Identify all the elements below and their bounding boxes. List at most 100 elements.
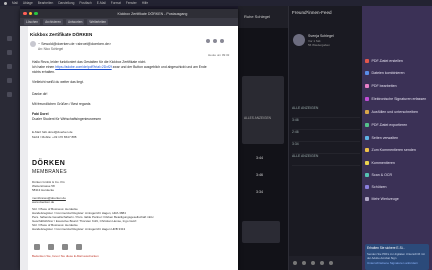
feed-user-meta-2: 56 Wiedergaben [308, 43, 331, 47]
instagram-icon[interactable] [62, 244, 68, 250]
show-all-label[interactable]: ALLES ANZEIGEN [244, 116, 271, 120]
youtube-icon[interactable] [76, 244, 82, 250]
email-recipient[interactable]: An: Nico Schlegel [38, 47, 63, 51]
volume-icon[interactable] [329, 261, 333, 265]
tool-label: PDF-Datei erstellen [371, 59, 403, 63]
signature-email[interactable]: E-Mail: fabi.dorel@doerken.de [32, 130, 73, 134]
menu-item-hilfe[interactable]: Hilfe [142, 1, 148, 5]
email-text: Danke dir! [32, 92, 48, 96]
shuffle-icon[interactable] [293, 261, 297, 265]
social-links [34, 244, 82, 250]
music-header-title: Ruhe Schlegel [244, 14, 271, 19]
create-pdf-icon [365, 59, 369, 63]
tool-create-pdf[interactable]: PDF-Datei erstellen [365, 56, 429, 66]
tool-label: Dateien kombinieren [371, 71, 405, 75]
promo-link[interactable]: Unterschriebene Signaturen anfordern [367, 261, 427, 265]
next-icon[interactable] [320, 261, 324, 265]
tool-label: PDF bearbeiten [371, 84, 397, 88]
tool-scan-ocr[interactable]: Scan & OCR [365, 170, 429, 180]
previous-icon[interactable] [302, 261, 306, 265]
video-thumbnail[interactable] [242, 76, 284, 144]
menu-item-bearbeiten[interactable]: Bearbeiten [38, 1, 53, 5]
reply-all-icon[interactable] [213, 39, 217, 43]
list-item[interactable]: 2:46 [292, 130, 360, 142]
forward-button[interactable]: Weiterleiten [87, 19, 109, 25]
reply-button[interactable]: Antworten [66, 19, 85, 25]
menu-item-postfach[interactable]: Postfach [79, 1, 91, 5]
email-text-suffix: zwar und der Button ausgeblich und abges… [112, 65, 207, 69]
list-item[interactable]: ALLE ANZEIGEN [292, 106, 360, 118]
close-icon[interactable] [23, 11, 27, 16]
maximize-icon[interactable] [34, 11, 38, 16]
legal-line: Handelsregister / Commercial Register: A… [32, 227, 126, 231]
dock-icon[interactable] [7, 50, 12, 55]
fill-sign-icon [365, 110, 369, 114]
mail-toolbar: Löschen Archivieren Antworten Weiterleit… [20, 18, 238, 26]
linkedin-icon[interactable] [48, 244, 54, 250]
feed-list: ALLE ANZEIGEN 3:46 2:46 3:34 ALLE ANZEIG… [292, 106, 360, 166]
email-sidebar [20, 26, 28, 270]
email-window: Kickbox Zertifikate DÖRKEN - Postausgang… [20, 9, 238, 270]
archive-button[interactable]: Archivieren [43, 19, 64, 25]
send-comments-icon [365, 148, 369, 152]
tools-panel: PDF-Datei erstellen Dateien kombinieren … [362, 6, 432, 270]
track-time: 3:34 [256, 190, 263, 194]
play-icon[interactable] [311, 261, 315, 265]
more-tools-icon [365, 197, 369, 201]
menu-item-fenster[interactable]: Fenster [126, 1, 137, 5]
menu-item-ablage[interactable]: Ablage [23, 1, 33, 5]
tool-organize-pages[interactable]: Seiten verwalten [365, 133, 429, 143]
email-sender[interactable]: ~ Sewold@doerken.de <sbroel@doerken.de> [38, 42, 111, 46]
tool-send-comments[interactable]: Zum Kommentieren senden [365, 145, 429, 155]
album-thumbnail[interactable] [242, 221, 280, 243]
email-subject: Kickbox Zertifikate DÖRKEN [30, 32, 93, 37]
dock-icon[interactable] [7, 36, 12, 41]
delete-button[interactable]: Löschen [24, 19, 41, 25]
window-titlebar: Kickbox Zertifikate DÖRKEN - Postausgang [20, 9, 238, 18]
dock-icon[interactable] [7, 78, 12, 83]
dock-icon[interactable] [7, 92, 12, 97]
email-date: Heute um 09:32 [208, 53, 230, 57]
tool-edit-pdf[interactable]: PDF bearbeiten [365, 81, 429, 91]
menu-item-email[interactable]: E-Mail [97, 1, 106, 5]
menu-item-format[interactable]: Format [111, 1, 121, 5]
email-text: Ich habe einen https://adobe.com/de/pdf?… [32, 65, 207, 69]
facebook-icon[interactable] [34, 244, 40, 250]
tool-label: Ausfüllen und unterschreiben [371, 110, 419, 114]
signature-name: Fabi Dorel [32, 112, 49, 116]
reply-icon[interactable] [206, 39, 210, 43]
list-item[interactable]: 3:46 [292, 118, 360, 130]
minimize-icon[interactable] [28, 11, 32, 16]
menu-item-mail[interactable]: Mail [12, 1, 18, 5]
dock-icon[interactable] [7, 64, 12, 69]
message-actions [206, 39, 224, 43]
menu-item-darstellung[interactable]: Darstellung [58, 1, 74, 5]
apple-icon[interactable] [4, 1, 7, 5]
export-pdf-icon [365, 123, 369, 127]
esign-promo-card: Erhalten Sie sichere E-Si... Senden Sie … [365, 244, 429, 270]
comment-icon [365, 161, 369, 165]
promo-title: Erhalten Sie sichere E-Si... [367, 246, 406, 250]
tool-fill-sign[interactable]: Ausfüllen und unterschreiben [365, 107, 429, 117]
window-controls [23, 11, 38, 16]
list-item[interactable]: ALLE ANZEIGEN [292, 154, 360, 166]
tool-request-esign[interactable]: Elektronische Signaturen erfassen [365, 94, 429, 104]
feed-user-name[interactable]: Svenja Schlegel [308, 34, 334, 38]
esign-icon [365, 97, 369, 101]
tool-label: Mehr Werkzeuge [371, 197, 399, 201]
tool-combine-files[interactable]: Dateien kombinieren [365, 68, 429, 78]
company-web[interactable]: www.doerken.de [32, 200, 54, 204]
avatar[interactable] [293, 34, 305, 46]
tool-comment[interactable]: Kommentieren [365, 158, 429, 168]
email-text: Hallo Reza, leider funktioniert das Gest… [32, 60, 147, 64]
list-item[interactable]: 3:34 [292, 142, 360, 154]
tool-more-tools[interactable]: Mehr Werkzeuge [365, 194, 429, 204]
tool-protect[interactable]: Schützen [365, 182, 429, 192]
email-link[interactable]: https://adobe.com/de/pdf?trial=2Dxf2f [55, 65, 111, 69]
forward-icon[interactable] [220, 39, 224, 43]
tool-label: Elektronische Signaturen erfassen [371, 97, 427, 101]
track-time: 3:46 [256, 173, 263, 177]
signature-role: Dualer Student für Wirtschaftsingenieurw… [32, 117, 101, 121]
tool-export-pdf[interactable]: PDF-Datei exportieren [365, 120, 429, 130]
tool-label: Schützen [371, 185, 387, 189]
